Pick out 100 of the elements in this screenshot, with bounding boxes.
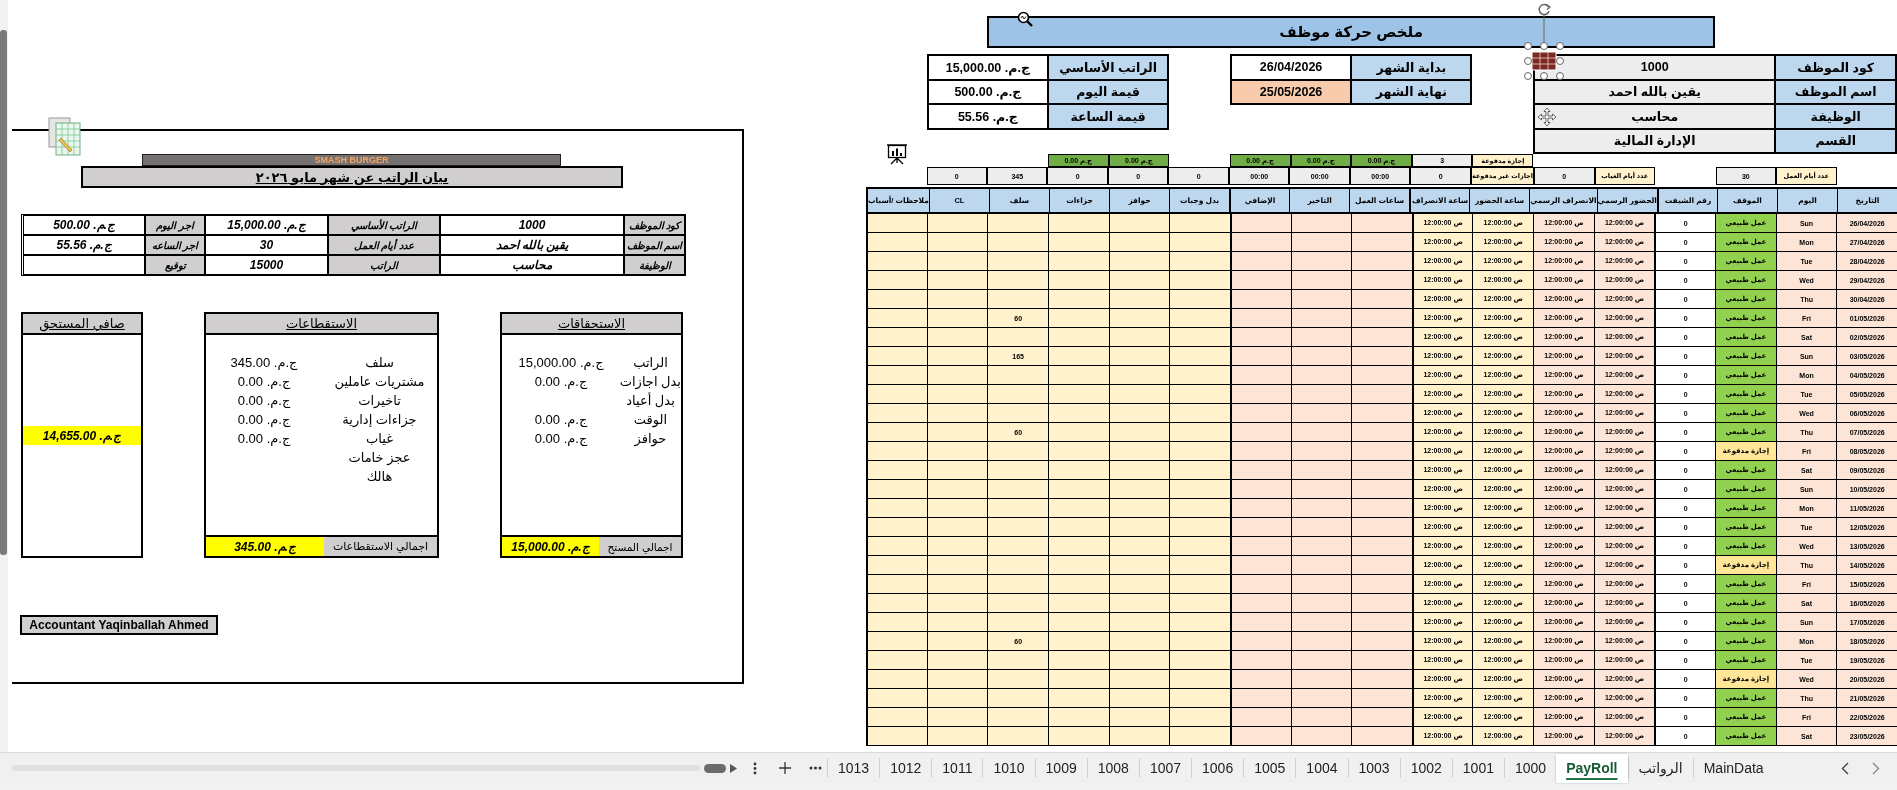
table-cell [987,575,1048,594]
company-banner: SMASH BURGER [142,154,561,166]
more-options-icon[interactable] [753,761,757,775]
table-cell [926,328,988,347]
table-cell [1229,480,1291,499]
item-value: ج.م. 0.00 [533,374,589,389]
table-cell [1047,499,1109,518]
table-cell [1047,290,1109,309]
sheet-tab[interactable]: 1013 [827,758,880,778]
sheet-tab[interactable]: 1005 [1243,758,1296,778]
scroll-right-icon[interactable] [730,763,737,773]
table-cell [1047,347,1109,366]
scrollbar-thumb[interactable] [704,763,726,773]
table-cell [1351,594,1412,613]
scrollbar-thumb[interactable] [0,30,7,555]
table-cell [987,518,1048,537]
item-label: تاخيرات [357,393,402,408]
sheet-tab[interactable]: 1001 [1451,758,1504,778]
table-cell [987,404,1048,423]
table-cell [1047,575,1109,594]
add-sheet-icon[interactable] [779,762,791,774]
table-cell [1169,689,1230,708]
sheet-tab[interactable]: 1003 [1347,758,1400,778]
table-cell [1108,290,1170,309]
table-cell [866,632,927,651]
table-cell [1169,404,1230,423]
sheet-tab[interactable]: MainData [1692,758,1774,778]
selected-table-icon[interactable] [1522,2,1566,82]
more-sheets-icon[interactable] [809,766,822,770]
table-cell [1169,670,1230,689]
chevron-left-icon[interactable] [1841,761,1849,775]
table-cell [1229,366,1291,385]
table-cell [926,423,988,442]
sheet-tab[interactable]: 1002 [1399,758,1452,778]
table-cell [866,404,927,423]
table-cell [1351,518,1412,537]
table-cell [1229,594,1291,613]
table-cell [987,708,1048,727]
table-cell [926,613,988,632]
field-label: الراتب [328,255,440,275]
table-cell [1229,442,1291,461]
table-cell [987,689,1048,708]
table-cell [1108,309,1170,328]
field-label: الراتب الأساسي [328,215,440,235]
table-cell [1351,290,1412,309]
table-cell [1229,537,1291,556]
sheet-tab[interactable]: 1010 [982,758,1035,778]
table-cell [1229,290,1291,309]
date-value: 25/05/2026 [1230,79,1352,104]
table-cell [866,537,927,556]
search-icon[interactable] [1017,11,1033,27]
table-cell [1047,632,1109,651]
sheet-tab[interactable]: 1006 [1191,758,1244,778]
sheet-tab[interactable]: 1008 [1086,758,1139,778]
table-cell [1229,613,1291,632]
table-cell [1047,727,1109,746]
table-cell [987,366,1048,385]
sheet-tab[interactable]: PayRoll [1556,753,1628,783]
signature-field[interactable] [23,255,145,275]
table-cell [926,556,988,575]
table-cell [1290,461,1352,480]
table-cell [1047,423,1109,442]
item-label: مشتريات عاملين [333,374,426,389]
table-cell [1169,727,1230,746]
net-value: ج.م. 14,655.00 [23,426,141,445]
table-cell [1047,404,1109,423]
table-cell [926,537,988,556]
table-cell [1229,727,1291,746]
table-cell [866,708,927,727]
field-label: اجر الساعه [145,235,205,255]
table-cell [1229,670,1291,689]
chevron-right-icon[interactable] [1872,761,1880,775]
presentation-chart-icon[interactable] [886,143,908,165]
table-cell [1229,556,1291,575]
table-cell [1290,499,1352,518]
table-cell [1108,214,1170,233]
table-cell [1108,556,1170,575]
table-cell [866,423,927,442]
section-header: الاستقطاعات [206,314,437,335]
sheet-tab[interactable]: 1007 [1138,758,1192,778]
table-cell [1290,480,1352,499]
sheet-tab[interactable]: 1012 [879,758,932,778]
sheet-tab[interactable]: 1011 [931,758,983,778]
table-cell [926,290,988,309]
sheet-tab[interactable]: 1004 [1295,758,1348,778]
field-label: عدد أيام العمل [328,235,440,255]
field-label: القسم [1775,128,1896,153]
table-cell [987,290,1048,309]
table-cell [1047,689,1109,708]
table-cell [926,575,988,594]
table-cell [1290,518,1352,537]
item-label: هالك [365,469,394,484]
table-cell [1351,233,1412,252]
table-cell [1169,271,1230,290]
table-cell [926,518,988,537]
table-cell [1290,404,1352,423]
table-cell [987,594,1048,613]
table-cell [1351,499,1412,518]
sheet-tab[interactable]: 1009 [1034,758,1087,778]
sheet-tab[interactable]: 1000 [1504,758,1557,778]
